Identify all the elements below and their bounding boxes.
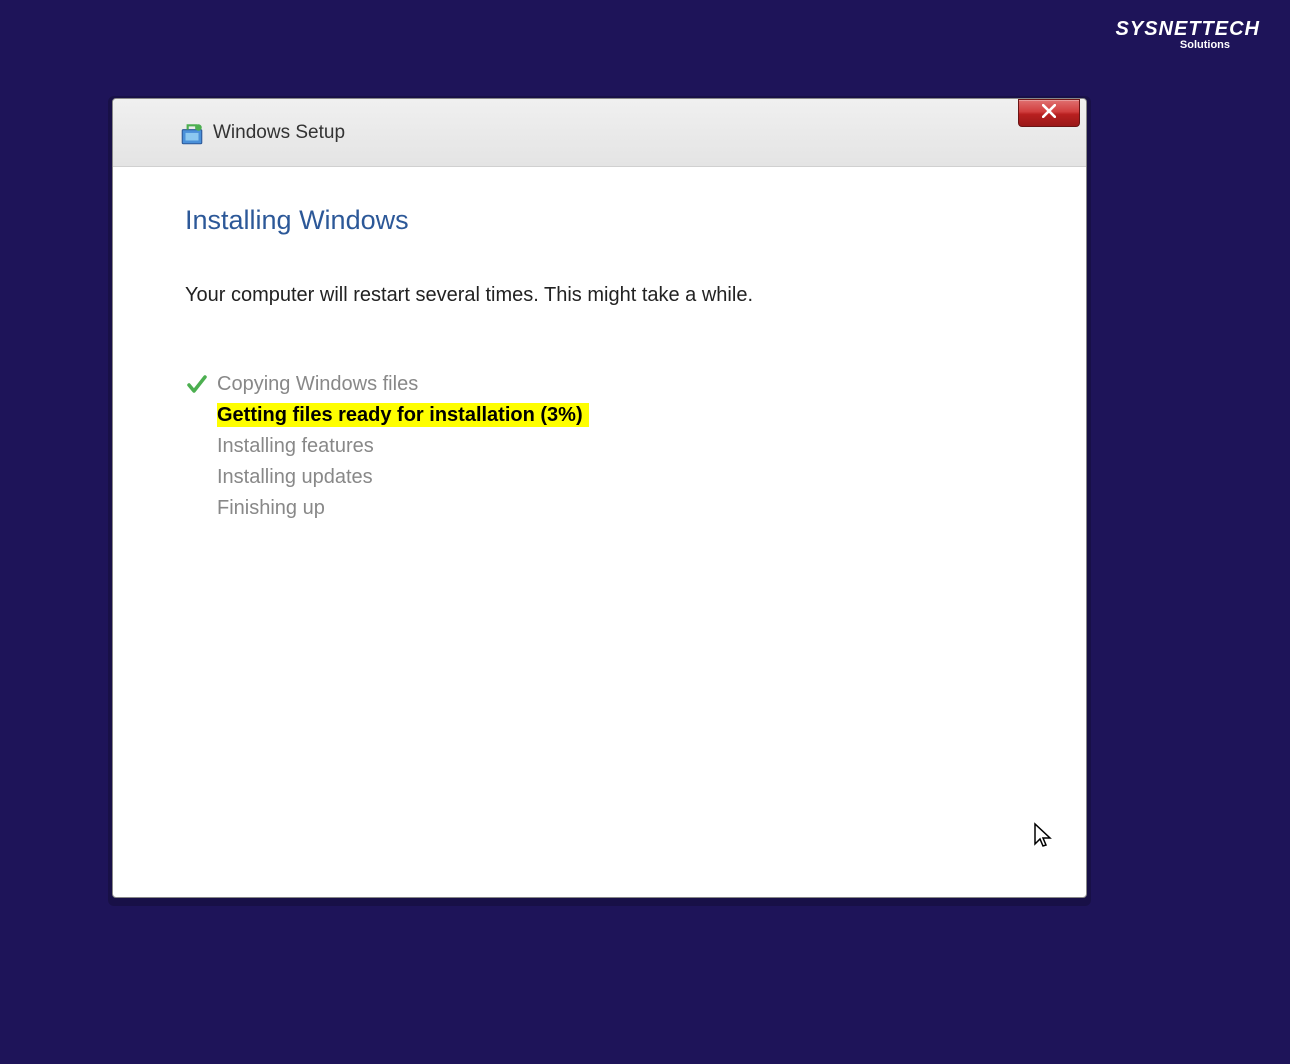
page-heading: Installing Windows xyxy=(185,205,1014,236)
watermark-main: SYSNETTECH xyxy=(1116,18,1260,41)
close-icon xyxy=(1042,104,1056,122)
window-title: Windows Setup xyxy=(213,122,345,144)
step-getting-files-ready: Getting files ready for installation (3%… xyxy=(185,400,1014,431)
step-installing-updates: Installing updates xyxy=(185,462,1014,493)
install-steps: Copying Windows files Getting files read… xyxy=(185,369,1014,524)
watermark: SYSNETTECH Solutions xyxy=(1116,18,1260,51)
step-label: Finishing up xyxy=(217,497,325,519)
step-label: Installing features xyxy=(217,435,374,457)
checkmark-icon xyxy=(185,373,209,397)
step-label: Getting files ready for installation (3%… xyxy=(217,403,589,427)
step-finishing-up: Finishing up xyxy=(185,493,1014,524)
setup-icon xyxy=(179,121,205,147)
step-copying-files: Copying Windows files xyxy=(185,369,1014,400)
setup-dialog: Windows Setup Installing Windows Your co… xyxy=(112,98,1087,898)
titlebar: Windows Setup xyxy=(113,99,1086,167)
dialog-content: Installing Windows Your computer will re… xyxy=(113,167,1086,562)
step-label: Copying Windows files xyxy=(217,373,418,395)
step-label: Installing updates xyxy=(217,466,373,488)
step-installing-features: Installing features xyxy=(185,431,1014,462)
page-subtext: Your computer will restart several times… xyxy=(185,284,1014,307)
close-button[interactable] xyxy=(1018,99,1080,127)
